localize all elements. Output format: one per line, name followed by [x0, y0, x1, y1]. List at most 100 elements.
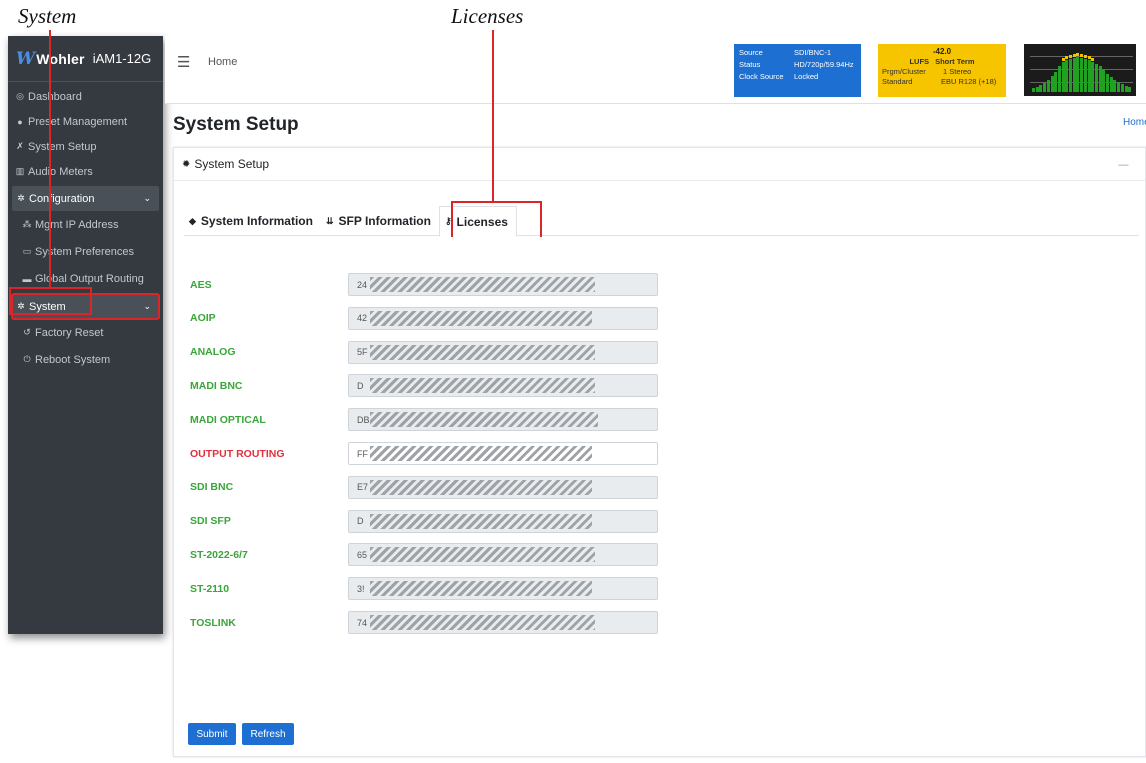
clock-source-value: Locked: [794, 72, 819, 81]
meter-bar: [1061, 62, 1065, 92]
breadcrumb-home[interactable]: Home: [1123, 117, 1146, 128]
routing-icon: ▬: [22, 273, 32, 284]
licenses-callout-box: [451, 201, 542, 237]
sidebar-item-system-preferences[interactable]: ▭ System Preferences: [8, 238, 163, 265]
chart-icon: ▥: [15, 166, 25, 176]
license-name: SDI BNC: [190, 481, 234, 494]
meter-peak: [1080, 54, 1084, 57]
license-name: OUTPUT ROUTING: [190, 447, 285, 460]
status-label: Status: [739, 60, 761, 69]
meter-bar: [1128, 87, 1132, 92]
meter-peak: [1076, 53, 1080, 56]
meter-peak: [1083, 55, 1087, 58]
license-row: ST-2110 3!: [190, 577, 660, 601]
lufs-value: -42.0: [932, 47, 952, 56]
license-name: TOSLINK: [190, 616, 236, 629]
sidebar-item-label: Preset Management: [28, 115, 128, 128]
tachometer-icon: ◎: [16, 91, 24, 101]
license-key-input: 42: [348, 306, 658, 330]
meter-bar: [1120, 84, 1124, 92]
sidebar-group-label: Configuration: [29, 192, 95, 205]
license-key-prefix: 3!: [357, 583, 365, 594]
source-value: SDI/BNC-1: [794, 48, 832, 57]
license-row: OUTPUT ROUTING FF: [190, 442, 660, 465]
page-title: System Setup: [173, 114, 299, 135]
sidebar-item-preset-management[interactable]: ● Preset Management: [8, 109, 163, 134]
chevron-down-icon: ⌄: [143, 193, 151, 203]
meter-bar: [1094, 64, 1098, 92]
license-key-input: E7: [348, 475, 658, 499]
power-icon: ⏻: [23, 354, 31, 364]
license-key-input: DB: [348, 408, 658, 432]
collapse-icon[interactable]: —: [1118, 158, 1129, 171]
meter-bar: [1069, 59, 1072, 92]
redacted-key-mask: [370, 378, 595, 394]
top-navbar: ☰ Home Source SDI/BNC-1 Status HD/720p/59.…: [165, 36, 1146, 104]
chevron-down-icon: ⌄: [143, 301, 151, 311]
license-name: ANALOG: [190, 346, 236, 359]
sidebar-item-system-setup[interactable]: ✗ System Setup: [8, 134, 163, 159]
tools-icon: ✗: [16, 141, 24, 151]
sidebar-item-factory-reset[interactable]: ↺ Factory Reset: [8, 319, 163, 346]
meter-bar: [1113, 80, 1117, 92]
licenses-annotation: Licenses: [451, 4, 524, 28]
license-key-prefix: DB: [357, 414, 370, 425]
card-title: System Setup: [194, 157, 270, 171]
license-key-input: 65: [348, 543, 658, 567]
system-setup-card: ✹ System Setup — ◆ System Information ⇊ …: [173, 147, 1146, 757]
meter-peak: [1069, 55, 1072, 58]
gear-icon: ✹: [182, 158, 191, 170]
brand-name: Wohler: [36, 50, 85, 67]
meter-bar: [1065, 60, 1069, 92]
sliders-icon: ▭: [22, 246, 32, 256]
license-key-input[interactable]: FF: [348, 442, 658, 465]
status-value: HD/720p/59.94Hz: [794, 60, 854, 69]
sidebar-item-dashboard[interactable]: ◎ Dashboard: [8, 84, 163, 109]
gear-icon: ✲: [17, 193, 25, 203]
redacted-key-mask: [370, 479, 592, 495]
standard-label: Standard: [882, 77, 913, 86]
meter-bar: [1035, 87, 1039, 92]
sidebar-item-reboot-system[interactable]: ⏻ Reboot System: [8, 346, 163, 373]
license-row: TOSLINK 74: [190, 611, 660, 634]
license-row: MADI BNC D: [190, 374, 660, 398]
undo-icon: ↺: [23, 327, 31, 337]
redacted-key-mask: [370, 446, 592, 461]
home-link[interactable]: Home: [208, 56, 237, 68]
sidebar-item-audio-meters[interactable]: ▥ Audio Meters: [8, 159, 163, 184]
standard-value: EBU R128 (+18): [941, 77, 997, 86]
sidebar-item-label: Mgmt IP Address: [35, 218, 119, 231]
license-row: SDI BNC E7: [190, 475, 660, 499]
hamburger-menu-icon[interactable]: ☰: [177, 53, 190, 71]
system-callout-line: [49, 30, 51, 288]
tab-label: System Information: [200, 214, 313, 228]
redacted-key-mask: [370, 277, 595, 292]
meter-peak: [1091, 58, 1095, 61]
redacted-key-mask: [370, 581, 592, 597]
sidebar-item-label: Global Output Routing: [35, 272, 144, 285]
license-name: ST-2022-6/7: [190, 548, 248, 561]
license-row: SDI SFP D: [190, 509, 660, 533]
meter-bar: [1109, 77, 1113, 92]
meter-peak: [1061, 58, 1065, 61]
refresh-button[interactable]: Refresh: [242, 723, 294, 745]
sidebar-group-configuration[interactable]: ✲ Configuration ⌄: [12, 186, 159, 211]
license-row: MADI OPTICAL DB: [190, 408, 660, 432]
submit-button[interactable]: Submit: [188, 723, 236, 745]
plug-icon: ⇊: [325, 215, 334, 226]
tab-sfp-information[interactable]: ⇊ SFP Information: [321, 206, 439, 236]
sidebar: W Wohler iAM1-12G ◎ Dashboard ● Preset M…: [8, 36, 163, 634]
sidebar-item-mgmt-ip-address[interactable]: ⁂ Mgmt IP Address: [8, 211, 163, 238]
redacted-key-mask: [370, 615, 595, 630]
meter-peak: [1065, 56, 1069, 59]
meter-bar: [1091, 62, 1095, 92]
meter-bar: [1124, 86, 1128, 92]
licenses-callout-line: [492, 30, 494, 202]
brand[interactable]: W Wohler iAM1-12G: [8, 36, 163, 82]
audio-meter-thumbnail[interactable]: [1024, 44, 1136, 96]
meter-bar: [1050, 76, 1054, 92]
redacted-key-mask: [370, 344, 595, 360]
brand-model: iAM1-12G: [92, 51, 152, 66]
license-key-prefix: E7: [357, 482, 369, 493]
tab-system-information[interactable]: ◆ System Information: [184, 206, 321, 236]
